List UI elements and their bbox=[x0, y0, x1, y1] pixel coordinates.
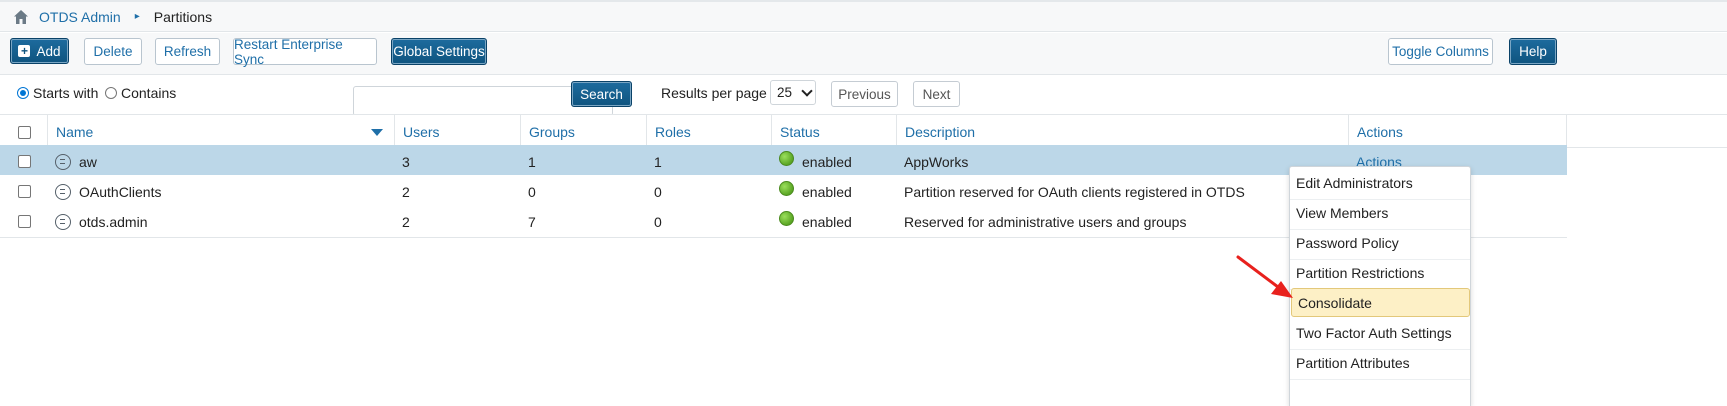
column-header-actions: Actions bbox=[1348, 115, 1567, 149]
description: Partition reserved for OAuth clients reg… bbox=[904, 183, 1245, 200]
delete-button[interactable]: Delete bbox=[84, 38, 142, 65]
breadcrumb-otds-admin-link[interactable]: OTDS Admin bbox=[39, 9, 121, 25]
toolbar: + Add Delete Refresh Restart Enterprise … bbox=[0, 33, 1727, 75]
partition-name[interactable]: OAuthClients bbox=[79, 184, 161, 200]
add-button[interactable]: + Add bbox=[10, 38, 69, 64]
previous-page-button[interactable]: Previous bbox=[831, 81, 898, 107]
help-button[interactable]: Help bbox=[1509, 38, 1557, 65]
column-header-roles[interactable]: Roles bbox=[646, 115, 771, 149]
menu-item-partition-attributes[interactable]: Partition Attributes bbox=[1290, 347, 1470, 380]
starts-with-label: Starts with bbox=[33, 85, 99, 101]
menu-item-view-members[interactable]: View Members bbox=[1290, 197, 1470, 230]
column-header-status[interactable]: Status bbox=[771, 115, 897, 149]
contains-label: Contains bbox=[121, 85, 177, 101]
partition-name-cell: aw bbox=[47, 145, 97, 178]
column-header-name-label: Name bbox=[56, 124, 94, 140]
status-enabled-icon bbox=[779, 181, 794, 196]
results-per-page-label: Results per page bbox=[661, 85, 767, 101]
home-icon[interactable] bbox=[13, 9, 29, 25]
breadcrumb-current: Partitions bbox=[153, 8, 213, 25]
partition-name-cell: otds.admin bbox=[47, 205, 147, 238]
description: AppWorks bbox=[904, 153, 969, 170]
users-count: 2 bbox=[402, 183, 410, 200]
plus-icon: + bbox=[18, 45, 31, 57]
column-header-name[interactable]: Name bbox=[47, 115, 395, 149]
partition-icon bbox=[55, 153, 71, 170]
groups-count: 7 bbox=[528, 213, 536, 230]
row-checkbox-cell bbox=[0, 205, 48, 238]
menu-item-consolidate[interactable]: Consolidate bbox=[1291, 288, 1470, 317]
contains-radio[interactable]: Contains bbox=[105, 85, 176, 101]
status-text: enabled bbox=[802, 183, 852, 200]
radio-selected-icon bbox=[17, 87, 29, 99]
actions-menu: Edit Administrators View Members Passwor… bbox=[1289, 166, 1471, 406]
search-button[interactable]: Search bbox=[571, 81, 632, 107]
starts-with-radio[interactable]: Starts with bbox=[17, 85, 98, 101]
column-header-users[interactable]: Users bbox=[394, 115, 520, 149]
column-header-groups[interactable]: Groups bbox=[520, 115, 646, 149]
select-all-cell bbox=[0, 115, 48, 149]
status-text: enabled bbox=[802, 153, 852, 170]
row-checkbox-cell bbox=[0, 175, 48, 208]
toggle-columns-button[interactable]: Toggle Columns bbox=[1388, 38, 1493, 65]
roles-count: 1 bbox=[654, 153, 662, 170]
menu-item-partition-restrictions[interactable]: Partition Restrictions bbox=[1290, 257, 1470, 290]
status-text: enabled bbox=[802, 213, 852, 230]
global-settings-button[interactable]: Global Settings bbox=[391, 38, 487, 65]
status-enabled-icon bbox=[779, 151, 794, 166]
select-all-checkbox[interactable] bbox=[17, 125, 31, 139]
partition-icon bbox=[55, 183, 71, 200]
breadcrumb: OTDS Admin ▸ Partitions bbox=[0, 0, 1727, 32]
status-cell: enabled bbox=[771, 205, 852, 238]
users-count: 2 bbox=[402, 213, 410, 230]
chevron-down-icon bbox=[801, 85, 813, 97]
add-button-label: Add bbox=[36, 43, 61, 59]
row-checkbox[interactable] bbox=[17, 185, 31, 198]
roles-count: 0 bbox=[654, 213, 662, 230]
status-enabled-icon bbox=[779, 211, 794, 226]
partition-name[interactable]: otds.admin bbox=[79, 214, 147, 230]
menu-item-edit-administrators[interactable]: Edit Administrators bbox=[1290, 167, 1470, 200]
table-header: Name Users Groups Roles Status Descripti… bbox=[0, 114, 1727, 149]
menu-item-two-factor-auth-settings[interactable]: Two Factor Auth Settings bbox=[1290, 317, 1470, 350]
results-per-page-select[interactable]: 25 bbox=[770, 80, 816, 105]
row-checkbox[interactable] bbox=[17, 215, 31, 228]
status-cell: enabled bbox=[771, 145, 852, 178]
refresh-button[interactable]: Refresh bbox=[155, 38, 220, 65]
groups-count: 0 bbox=[528, 183, 536, 200]
column-header-description[interactable]: Description bbox=[896, 115, 1349, 149]
sort-descending-icon[interactable] bbox=[371, 129, 383, 136]
status-cell: enabled bbox=[771, 175, 852, 208]
partition-name[interactable]: aw bbox=[79, 154, 97, 170]
partition-name-cell: OAuthClients bbox=[47, 175, 161, 208]
row-checkbox[interactable] bbox=[17, 155, 31, 168]
menu-item-password-policy[interactable]: Password Policy bbox=[1290, 227, 1470, 260]
partition-icon bbox=[55, 213, 71, 230]
users-count: 3 bbox=[402, 153, 410, 170]
description: Reserved for administrative users and gr… bbox=[904, 213, 1187, 230]
breadcrumb-separator-icon: ▸ bbox=[134, 11, 140, 22]
row-checkbox-cell bbox=[0, 145, 48, 178]
results-per-page-value: 25 bbox=[777, 85, 793, 100]
radio-unselected-icon bbox=[105, 87, 117, 99]
next-page-button[interactable]: Next bbox=[913, 81, 960, 107]
restart-enterprise-sync-button[interactable]: Restart Enterprise Sync bbox=[233, 37, 377, 67]
roles-count: 0 bbox=[654, 183, 662, 200]
groups-count: 1 bbox=[528, 153, 536, 170]
